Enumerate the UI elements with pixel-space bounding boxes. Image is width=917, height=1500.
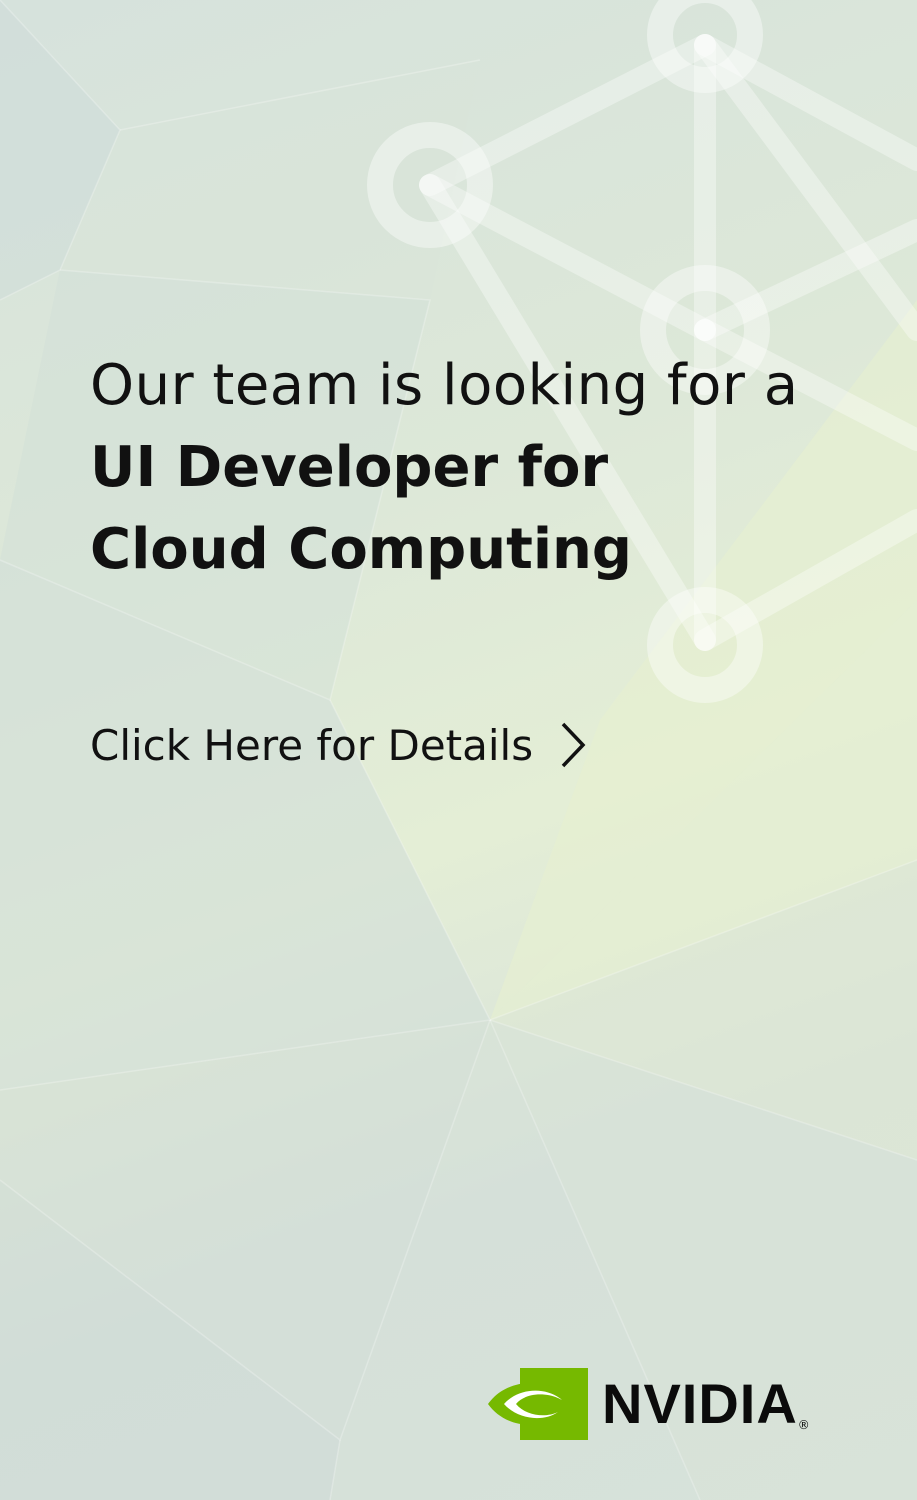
job-ad-banner[interactable]: Our team is looking for a UI Developer f… (0, 0, 917, 1500)
nvidia-logo: NVIDIA ® (486, 1368, 810, 1440)
registered-mark: ® (797, 1418, 810, 1432)
brand-wordmark: NVIDIA (602, 1372, 798, 1435)
headline: Our team is looking for a UI Developer f… (90, 345, 799, 591)
details-link-label: Click Here for Details (90, 720, 534, 770)
headline-line-1: Our team is looking for a (90, 353, 799, 418)
chevron-right-icon (561, 722, 586, 768)
details-link[interactable]: Click Here for Details (90, 720, 587, 770)
headline-line-3: Cloud Computing (90, 517, 633, 582)
headline-line-2: UI Developer for (90, 435, 609, 500)
nvidia-eye-icon (488, 1368, 588, 1440)
